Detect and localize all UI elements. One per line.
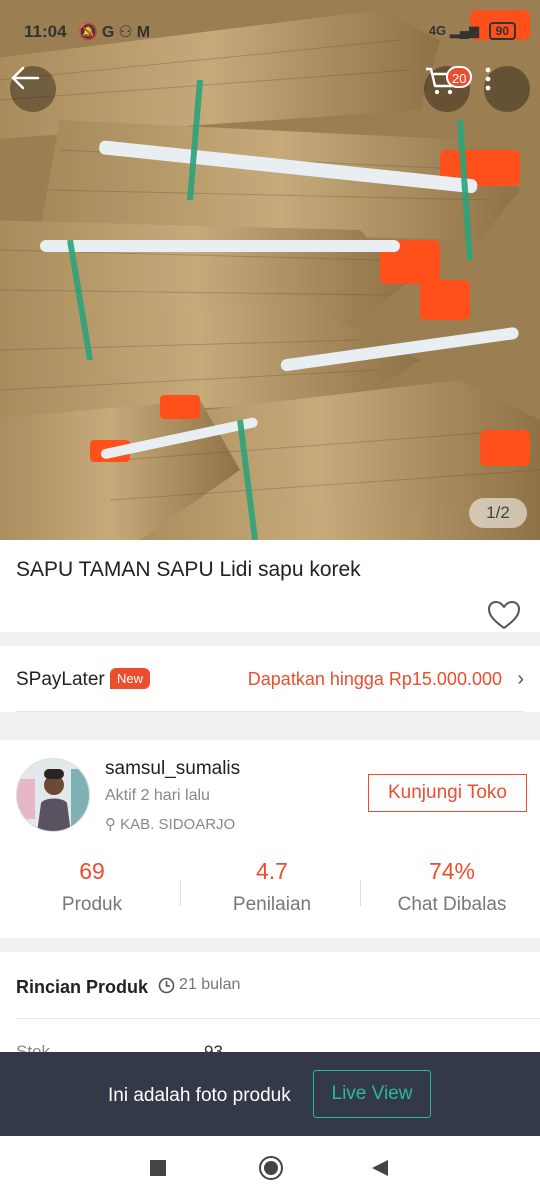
- google-icon: G: [101, 24, 119, 41]
- arrow-left-icon: [11, 66, 40, 90]
- battery-icon: 90: [488, 22, 516, 40]
- divider: [360, 880, 361, 906]
- live-banner-text: Ini adalah foto produk: [108, 1085, 291, 1106]
- image-page-indicator: 1/2: [469, 498, 527, 528]
- signal-icon: ▂▄▆: [449, 23, 480, 38]
- location-pin-icon: ⚲: [105, 816, 116, 833]
- back-triangle-icon[interactable]: [372, 1160, 388, 1176]
- notification-icons: 🔕G⚇M: [78, 22, 154, 42]
- network-label: 4G: [428, 23, 447, 38]
- shop-section: samsul_sumalis Aktif 2 hari lalu ⚲ KAB. …: [0, 740, 540, 938]
- shop-name: samsul_sumalis: [105, 758, 241, 779]
- stat-value: 69: [79, 858, 105, 884]
- details-time: 21 bulan: [158, 976, 240, 994]
- battery-level: 90: [495, 24, 509, 38]
- mail-icon: M: [136, 24, 155, 41]
- stat-label: Chat Dibalas: [397, 894, 507, 915]
- shop-avatar[interactable]: [16, 758, 90, 832]
- shop-active-status: Aktif 2 hari lalu: [105, 787, 210, 804]
- status-right: 4G ▂▄▆ 90: [429, 22, 516, 40]
- stat-value: 4.7: [256, 858, 288, 884]
- product-image[interactable]: 11:04 🔕G⚇M 4G ▂▄▆ 90 20 1/2: [0, 0, 540, 540]
- back-button[interactable]: [10, 66, 56, 112]
- product-title-section: SAPU TAMAN SAPU Lidi sapu korek: [0, 540, 540, 632]
- divider: [16, 1018, 540, 1019]
- chevron-right-icon: ›: [517, 668, 524, 690]
- details-title: Rincian Produk: [16, 977, 149, 997]
- live-view-button[interactable]: Live View: [313, 1070, 431, 1118]
- product-title: SAPU TAMAN SAPU Lidi sapu korek: [16, 558, 361, 581]
- divider: [16, 711, 524, 712]
- stat-products[interactable]: 69 Produk: [2, 858, 182, 916]
- visit-shop-button[interactable]: Kunjungi Toko: [368, 774, 527, 812]
- mute-icon: 🔕: [78, 24, 102, 41]
- stat-rating[interactable]: 4.7 Penilaian: [182, 858, 362, 916]
- spaylater-label: SPayLater: [16, 669, 105, 690]
- cart-count-badge: 20: [446, 66, 473, 88]
- divider: [180, 880, 181, 906]
- stat-chat-reply[interactable]: 74% Chat Dibalas: [362, 858, 540, 916]
- new-badge: New: [110, 668, 151, 689]
- shop-location-text: KAB. SIDOARJO: [120, 816, 236, 833]
- status-time: 11:04: [24, 22, 67, 41]
- vpn-icon: ⚇: [118, 24, 137, 41]
- spaylater-row[interactable]: SPayLater New Dapatkan hingga Rp15.000.0…: [0, 646, 540, 712]
- clock-icon: [158, 977, 175, 993]
- heart-icon[interactable]: [487, 600, 521, 630]
- stat-value: 74%: [428, 858, 476, 884]
- stat-label: Penilaian: [232, 894, 312, 915]
- product-details-section: Rincian Produk 21 bulan Stok 93: [0, 952, 540, 1062]
- shop-location: ⚲ KAB. SIDOARJO: [105, 815, 235, 833]
- more-options-button[interactable]: [484, 66, 530, 112]
- details-time-text: 21 bulan: [179, 976, 241, 993]
- home-icon[interactable]: [259, 1156, 283, 1180]
- avatar-image: [17, 759, 89, 831]
- live-view-banner: Ini adalah foto produk Live View: [0, 1052, 540, 1136]
- recent-apps-icon[interactable]: [150, 1160, 166, 1176]
- system-nav-bar: [0, 1136, 540, 1200]
- spaylater-promo: Dapatkan hingga Rp15.000.000: [247, 669, 502, 689]
- status-bar: 11:04 🔕G⚇M 4G ▂▄▆ 90: [0, 0, 540, 64]
- stat-label: Produk: [61, 894, 123, 915]
- more-vertical-icon: [485, 67, 491, 91]
